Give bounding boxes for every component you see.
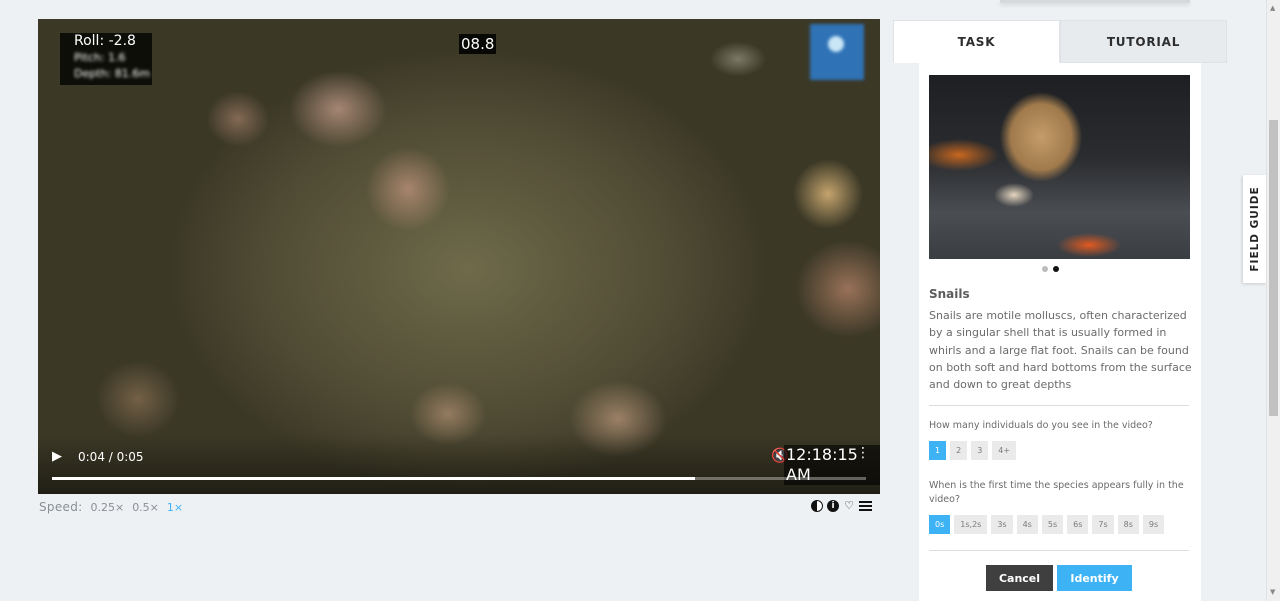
- count-option-2[interactable]: 2: [950, 441, 968, 460]
- species-image: [929, 75, 1190, 259]
- question-first-appearance: When is the first time the species appea…: [929, 480, 1184, 505]
- video-player[interactable]: Roll: -2.8 Pitch: 1.6 Depth: 81.6m 08.8 …: [38, 19, 880, 494]
- count-option-1[interactable]: 1: [929, 441, 947, 460]
- more-icon[interactable]: ⋮: [856, 445, 870, 461]
- time-option-8s[interactable]: 8s: [1117, 515, 1139, 534]
- speed-option-025[interactable]: 0.25×: [90, 501, 124, 514]
- video-controls: ▶ 0:04 / 0:05 🔇 12:18:15 AM ⋮: [38, 434, 880, 494]
- scroll-down-icon[interactable]: ▼: [1270, 588, 1275, 596]
- carousel-dot-1[interactable]: [1042, 266, 1048, 272]
- divider: [929, 550, 1189, 551]
- image-carousel-dots: [1042, 266, 1059, 272]
- video-tools: i ♡: [811, 500, 872, 512]
- contrast-icon[interactable]: [811, 500, 823, 512]
- scroll-up-icon[interactable]: ▲: [1270, 4, 1275, 12]
- progress-bar[interactable]: [52, 477, 866, 480]
- pitch-readout: Pitch: 1.6: [74, 51, 126, 64]
- heading-readout: 08.8: [459, 34, 497, 54]
- time-option-6s[interactable]: 6s: [1067, 515, 1089, 534]
- speed-option-1[interactable]: 1×: [167, 501, 183, 514]
- task-content: Snails Snails are motile molluscs, often…: [919, 63, 1201, 601]
- page-scrollbar[interactable]: ▲ ▼: [1266, 0, 1280, 601]
- video-frame: [38, 19, 880, 494]
- time-option-3s[interactable]: 3s: [991, 515, 1013, 534]
- species-description: Snails are motile molluscs, often charac…: [929, 309, 1192, 392]
- top-dropdown-shadow: [1000, 0, 1190, 3]
- field-guide-tab[interactable]: FIELD GUIDE: [1243, 175, 1267, 283]
- speed-controls: Speed: 0.25× 0.5× 1×: [39, 500, 183, 514]
- count-option-3[interactable]: 3: [971, 441, 989, 460]
- question-count: How many individuals do you see in the v…: [929, 420, 1153, 431]
- time-option-7s[interactable]: 7s: [1092, 515, 1114, 534]
- speed-option-05[interactable]: 0.5×: [132, 501, 159, 514]
- field-guide-label: FIELD GUIDE: [1249, 186, 1261, 272]
- time-option-5s[interactable]: 5s: [1041, 515, 1064, 534]
- time-option-4s[interactable]: 4s: [1016, 515, 1038, 534]
- count-options: 1 2 3 4+: [929, 441, 1017, 460]
- scroll-thumb[interactable]: [1269, 120, 1278, 416]
- speed-label: Speed:: [39, 500, 83, 514]
- tab-tutorial[interactable]: TUTORIAL: [1060, 20, 1227, 63]
- time-display: 0:04 / 0:05: [78, 450, 144, 464]
- list-icon[interactable]: [859, 501, 872, 511]
- depth-readout: Depth: 81.6m: [74, 67, 150, 80]
- info-icon[interactable]: i: [827, 500, 839, 512]
- sensor-overlay: Roll: -2.8 Pitch: 1.6 Depth: 81.6m: [60, 33, 152, 85]
- roll-readout: Roll: -2.8: [74, 33, 136, 49]
- time-option-9s[interactable]: 9s: [1142, 515, 1165, 534]
- time-options: 0s 1s,2s 3s 4s 5s 6s 7s 8s 9s: [929, 515, 1165, 534]
- time-option-1s2s[interactable]: 1s,2s: [954, 515, 988, 534]
- play-icon[interactable]: ▶: [52, 450, 66, 464]
- action-buttons: Cancel Identify: [986, 565, 1132, 591]
- time-option-0s[interactable]: 0s: [929, 515, 951, 534]
- identify-button[interactable]: Identify: [1057, 565, 1132, 591]
- camera-logo: [810, 24, 864, 80]
- count-option-4plus[interactable]: 4+: [992, 441, 1017, 460]
- side-panel: TASK TUTORIAL Snails Snails are motile m…: [893, 20, 1227, 601]
- species-name: Snails: [929, 287, 970, 301]
- progress-fill: [52, 477, 696, 480]
- cancel-button[interactable]: Cancel: [986, 565, 1053, 591]
- heart-icon[interactable]: ♡: [843, 500, 855, 512]
- panel-tabs: TASK TUTORIAL: [893, 20, 1227, 63]
- carousel-dot-2[interactable]: [1053, 266, 1059, 272]
- divider: [929, 405, 1189, 406]
- tab-task[interactable]: TASK: [893, 20, 1060, 63]
